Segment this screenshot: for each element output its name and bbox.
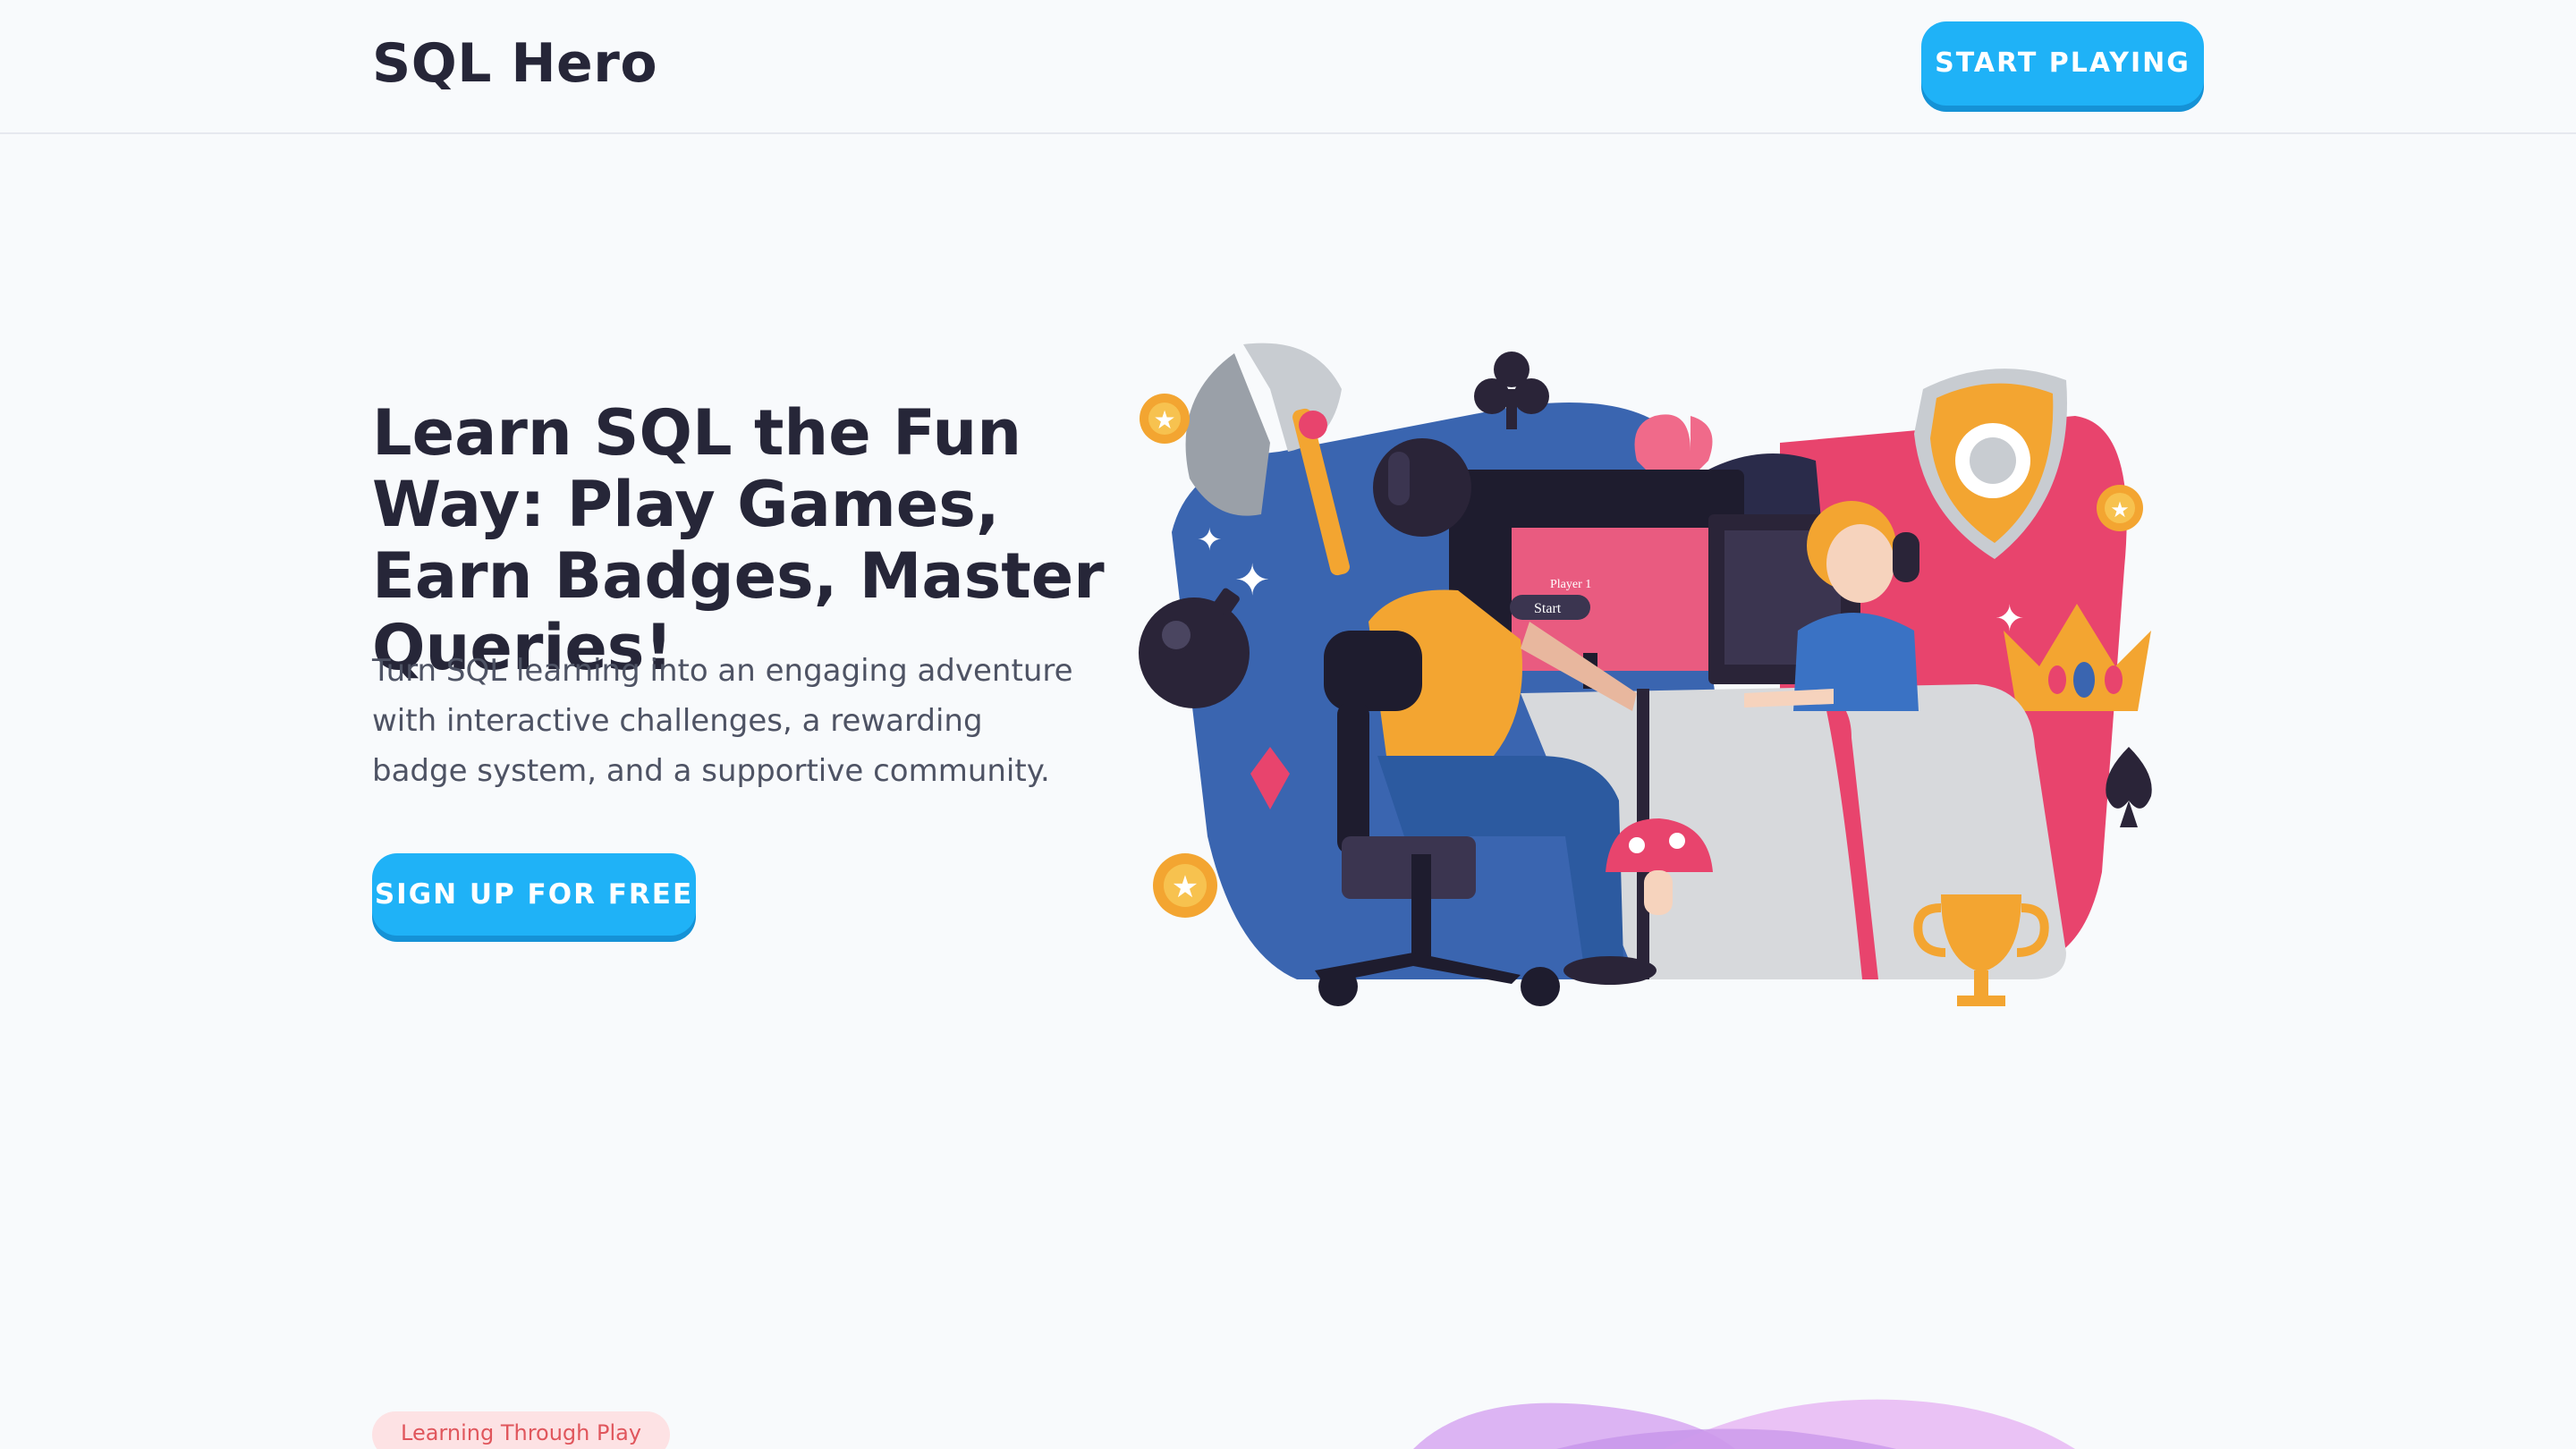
spade-icon bbox=[2106, 747, 2152, 827]
top-nav: SQL Hero START PLAYING bbox=[0, 0, 2576, 134]
hero-illustration: ★ ★ ★ ★ ✦ ✦ ✦ bbox=[1139, 343, 2152, 1006]
decorative-blobs bbox=[1413, 1399, 2075, 1449]
section-tag: Learning Through Play bbox=[372, 1411, 671, 1449]
svg-text:★: ★ bbox=[1153, 405, 1175, 435]
screen-player-label: Player 1 bbox=[1550, 578, 1591, 591]
sign-up-button[interactable]: SIGN UP FOR FREE bbox=[372, 853, 696, 936]
screen-start-label: Start bbox=[1534, 601, 1562, 616]
coin-icon: ★ bbox=[1140, 394, 1190, 444]
sparkle-icon: ✦ bbox=[1197, 522, 1223, 558]
svg-text:★: ★ bbox=[1172, 869, 1199, 905]
hero-title: Learn SQL the Fun Way: Play Games, Earn … bbox=[372, 396, 1105, 684]
svg-text:★: ★ bbox=[2110, 497, 2130, 522]
start-playing-button[interactable]: START PLAYING bbox=[1921, 21, 2204, 106]
bomb-icon bbox=[1139, 588, 1250, 708]
brand-logo-text[interactable]: SQL Hero bbox=[372, 32, 657, 95]
trophy-icon bbox=[1913, 894, 2049, 1006]
coin-icon: ★ bbox=[1153, 853, 1217, 918]
hero-subtitle: Turn SQL learning into an engaging adven… bbox=[372, 653, 1073, 789]
sparkle-icon: ✦ bbox=[1234, 555, 1270, 606]
coin-icon: ★ bbox=[2097, 485, 2143, 531]
sparkle-icon: ✦ bbox=[1995, 598, 2025, 640]
